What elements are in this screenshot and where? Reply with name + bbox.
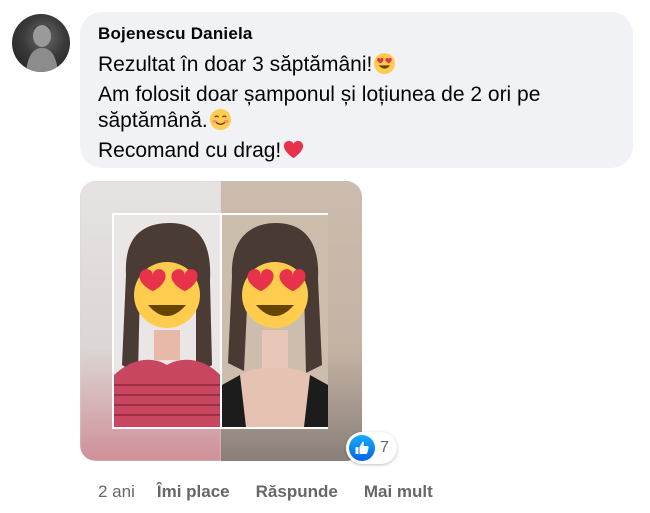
comment-timestamp[interactable]: 2 ani bbox=[98, 482, 135, 502]
smiling-blush-emoji-icon bbox=[209, 108, 232, 138]
avatar[interactable] bbox=[12, 14, 70, 72]
before-after-photo[interactable] bbox=[80, 181, 362, 461]
red-heart-emoji-icon bbox=[282, 138, 305, 168]
comment-line-1: Rezultat în doar 3 săptămâni! bbox=[98, 53, 373, 76]
comment-actions: 2 ani Îmi place Răspunde Mai mult bbox=[98, 482, 459, 502]
like-button[interactable]: Îmi place bbox=[157, 482, 230, 502]
comment-line-3: săptămână. bbox=[98, 109, 208, 132]
before-photo bbox=[114, 215, 220, 427]
comment-text: Rezultat în doar 3 săptămâni! Am folosit… bbox=[98, 52, 615, 168]
reaction-count: 7 bbox=[380, 439, 389, 456]
comment-line-2: Am folosit doar șamponul și loțiunea de … bbox=[98, 83, 541, 106]
reactions-badge[interactable]: 7 bbox=[346, 432, 397, 464]
comment-bubble: Bojenescu Daniela Rezultat în doar 3 săp… bbox=[80, 12, 633, 168]
comment-author[interactable]: Bojenescu Daniela bbox=[98, 24, 253, 44]
reply-button[interactable]: Răspunde bbox=[256, 482, 338, 502]
heart-eyes-emoji-icon bbox=[242, 262, 308, 328]
avatar-photo bbox=[26, 25, 58, 72]
heart-eyes-emoji-icon bbox=[134, 262, 200, 328]
more-button[interactable]: Mai mult bbox=[364, 482, 433, 502]
photo-frame bbox=[112, 213, 328, 429]
like-icon bbox=[349, 435, 375, 461]
after-photo bbox=[222, 215, 328, 427]
heart-eyes-emoji-icon bbox=[373, 52, 396, 82]
comment-line-4: Recomand cu drag! bbox=[98, 139, 282, 162]
